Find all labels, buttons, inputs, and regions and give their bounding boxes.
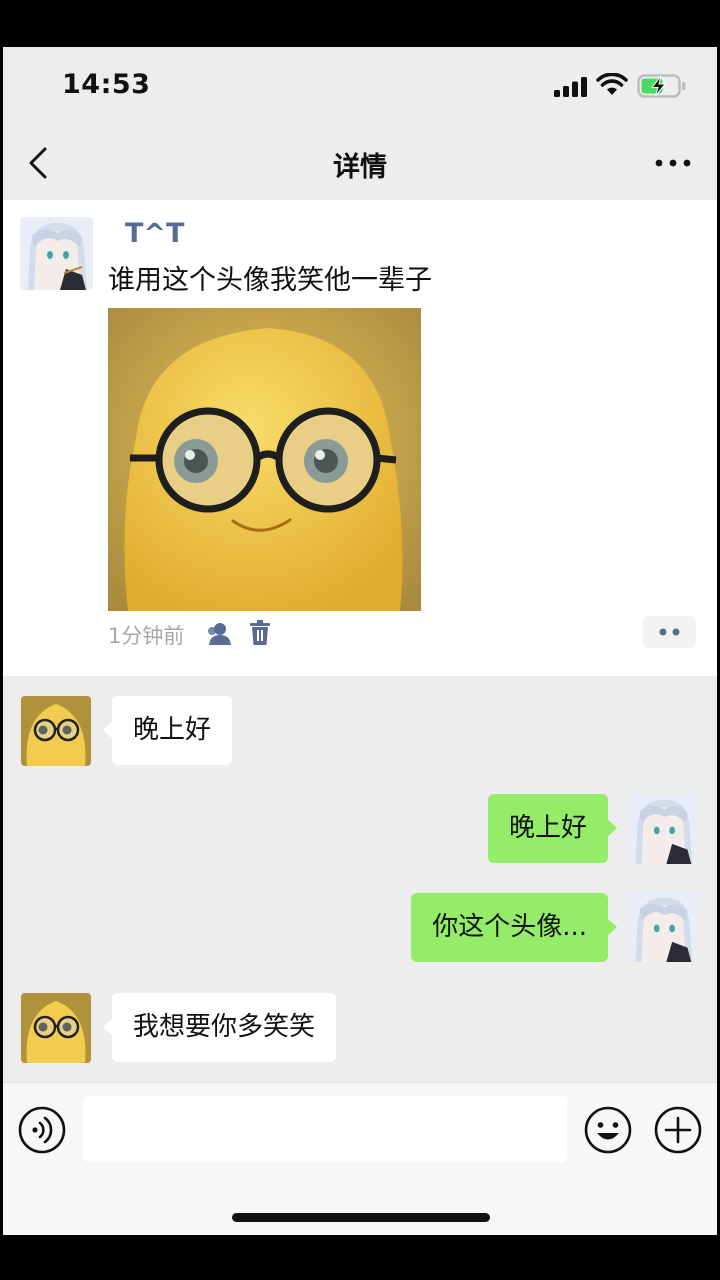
chat-area: 晚上好 晚上好 你这个头像... 我想要你多笑笑 — [3, 676, 717, 1082]
delete-trash-icon[interactable] — [249, 620, 271, 646]
my-avatar[interactable] — [628, 892, 698, 962]
message-bubble-incoming[interactable]: 我想要你多笑笑 — [102, 993, 337, 1062]
voice-input-icon[interactable] — [18, 1106, 66, 1154]
author-avatar[interactable] — [20, 217, 93, 290]
signal-icon — [554, 77, 587, 97]
chat-input-bar — [3, 1082, 717, 1235]
author-name[interactable]: T^T — [125, 218, 184, 249]
my-avatar[interactable] — [628, 794, 698, 864]
visible-friends-icon[interactable] — [205, 622, 233, 646]
battery-charging-icon — [637, 74, 686, 98]
contact-avatar[interactable] — [21, 696, 91, 766]
more-options-icon[interactable] — [653, 155, 693, 171]
message-bubble-incoming[interactable]: 晚上好 — [102, 696, 233, 765]
nav-bar: 详情 — [3, 127, 717, 199]
two-dots-icon — [659, 628, 680, 636]
anime-girl-avatar-icon — [628, 892, 698, 962]
comment-like-button[interactable] — [643, 616, 696, 648]
message-bubble-outgoing[interactable]: 你这个头像... — [411, 893, 617, 962]
yellow-face-glasses-image — [108, 308, 421, 611]
yellow-face-avatar-icon — [21, 696, 91, 766]
post-image[interactable] — [108, 308, 421, 611]
moment-post: T^T 谁用这个头像我笑他一辈子 1分钟前 — [3, 200, 717, 676]
emoji-icon[interactable] — [584, 1106, 632, 1154]
contact-avatar[interactable] — [21, 993, 91, 1063]
post-time: 1分钟前 — [108, 624, 185, 648]
page-title: 详情 — [333, 152, 387, 183]
add-more-icon[interactable] — [654, 1106, 702, 1154]
yellow-face-avatar-icon — [21, 993, 91, 1063]
anime-girl-avatar-icon — [20, 217, 93, 290]
message-bubble-outgoing[interactable]: 晚上好 — [487, 794, 618, 863]
status-time: 14:53 — [62, 69, 151, 100]
wifi-icon — [596, 73, 628, 95]
home-indicator[interactable] — [232, 1213, 490, 1222]
message-input[interactable] — [83, 1096, 567, 1162]
post-text: 谁用这个头像我笑他一辈子 — [108, 265, 432, 296]
anime-girl-avatar-icon — [628, 794, 698, 864]
app-screen: 14:53 详情 T^T 谁用这个头像我笑他一辈子 1分钟前 晚上好 晚上好 你… — [3, 47, 717, 1235]
status-bar: 14:53 — [3, 47, 717, 127]
